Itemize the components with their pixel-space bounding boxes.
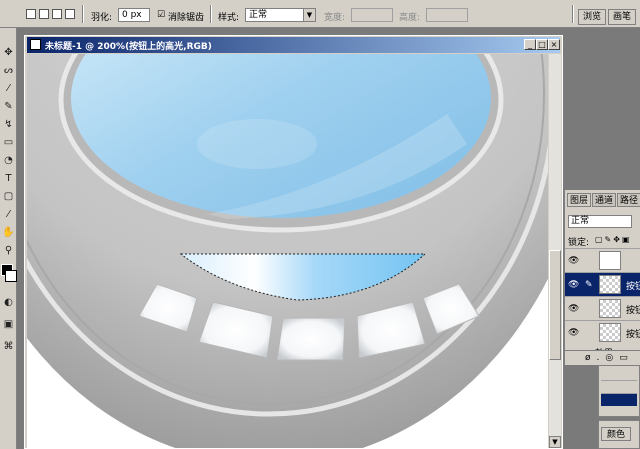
antialias-label: 消除锯齿 — [168, 13, 205, 23]
eye-icon[interactable]: 👁 — [568, 304, 579, 314]
subtract-selection-icon[interactable] — [52, 9, 62, 19]
tab-paths[interactable]: 路径 — [617, 193, 640, 207]
move-icon[interactable]: ✥ — [2, 46, 15, 59]
layer-style-icon[interactable]: ø. — [585, 353, 605, 363]
close-button[interactable]: × — [548, 39, 560, 50]
zoom-icon[interactable]: ⚲ — [2, 244, 15, 257]
width-label: 宽度: — [324, 13, 346, 23]
shape-icon[interactable]: ▢ — [2, 190, 15, 203]
history-item[interactable] — [601, 394, 637, 406]
layer-thumbnail — [599, 275, 621, 294]
blend-mode-select[interactable]: 正常 — [568, 215, 632, 228]
separator — [210, 5, 212, 23]
canvas[interactable] — [27, 54, 548, 448]
new-selection-icon[interactable] — [26, 9, 36, 19]
history-item[interactable] — [601, 368, 637, 381]
dodge-icon[interactable]: ◔ — [2, 154, 15, 167]
lock-label: 锁定: — [568, 238, 590, 248]
type-icon[interactable]: T — [2, 172, 15, 185]
separator — [82, 5, 84, 23]
eye-icon[interactable]: 👁 — [568, 328, 579, 338]
eye-icon[interactable]: 👁 — [568, 256, 579, 266]
background-color-swatch[interactable] — [5, 270, 17, 282]
brush-icon: ✎ — [585, 280, 593, 290]
history-item[interactable] — [601, 381, 637, 394]
lock-icons[interactable]: ▢✎✥▣ — [595, 235, 632, 244]
style-label: 样式: — [218, 13, 240, 23]
layer-name: 按钮 — [626, 282, 640, 292]
document-window: 未标题-1 @ 200%(按钮上的高光,RGB) _ □ × ▼ — [24, 35, 563, 449]
layer-thumbnail — [599, 299, 621, 318]
tab-channels[interactable]: 通道 — [592, 193, 616, 207]
layer-thumbnail — [599, 323, 621, 342]
add-selection-icon[interactable] — [39, 9, 49, 19]
height-input — [426, 8, 468, 22]
history-panel — [598, 365, 640, 417]
history-brush-icon[interactable]: ↯ — [2, 118, 15, 131]
canvas-artwork — [27, 54, 548, 448]
intersect-selection-icon[interactable] — [65, 9, 75, 19]
layer-row[interactable]: 👁 — [565, 248, 640, 272]
jump-to-icon[interactable]: ⌘ — [2, 340, 15, 353]
brush-icon[interactable]: ✎ — [2, 100, 15, 113]
minimize-button[interactable]: _ — [524, 39, 536, 50]
width-input — [351, 8, 393, 22]
tab-color[interactable]: 颜色 — [601, 427, 631, 441]
layer-name: 按钮 — [626, 330, 640, 340]
chevron-down-icon: ▼ — [303, 9, 315, 21]
layer-row[interactable]: 👁 ✎ 按钮 — [565, 272, 640, 296]
antialias-checkbox[interactable]: ☑ — [157, 10, 165, 20]
options-bar: 羽化: 0 px ☑ 消除锯齿 样式: 正常 ▼ 宽度: 高度: 浏览 画笔 — [0, 0, 640, 28]
quick-mask-icon[interactable]: ◐ — [2, 296, 15, 309]
new-set-icon[interactable]: ▭ — [619, 353, 634, 363]
tab-browse[interactable]: 浏览 — [578, 9, 606, 25]
blend-mode-value: 正常 — [571, 216, 590, 226]
mask-icon[interactable]: ◎ — [605, 353, 619, 363]
separator — [572, 5, 574, 23]
scroll-down-button[interactable]: ▼ — [549, 436, 561, 448]
tab-layers[interactable]: 图层 — [567, 193, 591, 207]
eyedropper-icon[interactable]: ⁄ — [2, 208, 15, 221]
layer-name: 按钮 — [626, 306, 640, 316]
document-title-bar[interactable]: 未标题-1 @ 200%(按钮上的高光,RGB) _ □ × — [27, 37, 560, 53]
panel-footer: ø.◎▭ — [565, 350, 640, 365]
gradient-icon[interactable]: ▭ — [2, 136, 15, 149]
layer-thumbnail — [599, 251, 621, 270]
scrollbar-thumb[interactable] — [549, 250, 561, 360]
lasso-icon[interactable]: ᔕ — [2, 64, 15, 77]
document-title: 未标题-1 @ 200%(按钮上的高光,RGB) — [45, 42, 212, 52]
eye-icon[interactable]: 👁 — [568, 280, 579, 290]
tab-brushes[interactable]: 画笔 — [608, 9, 636, 25]
magic-wand-icon[interactable]: ⁄ — [2, 82, 15, 95]
height-label: 高度: — [399, 13, 421, 23]
layer-row[interactable]: 👁 按钮 — [565, 320, 640, 344]
style-select[interactable]: 正常 ▼ — [245, 8, 316, 22]
document-icon — [30, 39, 41, 50]
feather-label: 羽化: — [91, 13, 113, 23]
toolbox: ✥ ᔕ ⁄ ✎ ↯ ▭ ◔ T ▢ ⁄ ✋ ⚲ ◐ ▣ ⌘ — [0, 28, 17, 449]
layers-panel: 图层 通道 路径 正常 锁定: ▢✎✥▣ 👁 👁 ✎ 按钮 👁 按钮 👁 按钮 … — [564, 190, 640, 365]
layer-row[interactable]: 👁 按钮 — [565, 296, 640, 320]
style-select-value: 正常 — [249, 10, 268, 20]
color-panel: 颜色 — [598, 420, 640, 449]
maximize-button[interactable]: □ — [536, 39, 548, 50]
hand-icon[interactable]: ✋ — [2, 226, 15, 239]
screen-mode-icon[interactable]: ▣ — [2, 318, 15, 331]
feather-input[interactable]: 0 px — [118, 8, 150, 22]
vertical-scrollbar[interactable]: ▼ — [549, 54, 561, 448]
